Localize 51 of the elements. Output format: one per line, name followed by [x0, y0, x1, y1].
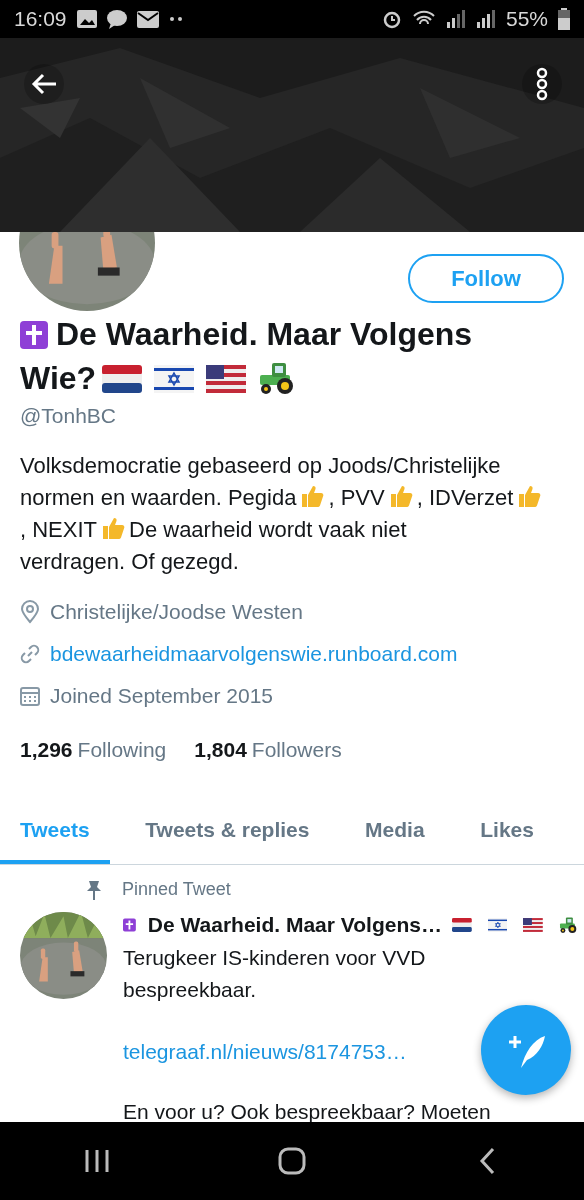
recent-apps-icon: [84, 1149, 111, 1173]
follow-button[interactable]: Follow: [408, 254, 564, 303]
back-chevron-icon: [478, 1147, 495, 1175]
battery-percent: 55%: [505, 7, 548, 31]
pin-icon: [86, 879, 102, 900]
calendar-icon: [20, 686, 40, 706]
bio-text: De waarheid wordt vaak niet: [129, 517, 407, 542]
bio-text: , IDVerzet: [416, 485, 514, 510]
location-text: Christelijke/Joodse Westen: [50, 600, 303, 624]
profile-name: De Waarheid. Maar Volgens: [56, 316, 473, 352]
bio-text: , PVV: [328, 485, 385, 510]
cross-icon: [20, 321, 48, 349]
compose-button[interactable]: [481, 1005, 571, 1095]
signal-icon: [475, 10, 496, 28]
bio-text: , NEXIT: [20, 517, 97, 542]
profile-name: Wie?: [20, 360, 97, 396]
thumbs-up-icon: [299, 483, 326, 509]
chat-icon: [106, 9, 127, 29]
home-icon: [278, 1147, 306, 1175]
website-link[interactable]: bdewaarheidmaarvolgenswie.runboard.com: [50, 642, 458, 666]
profile-tab[interactable]: Media: [345, 800, 445, 864]
link-icon: [20, 644, 40, 664]
joined-date: Joined September 2015: [50, 684, 273, 708]
stat-count[interactable]: 1,804: [194, 738, 247, 762]
mail-icon: [136, 10, 159, 28]
battery-icon: [558, 8, 570, 30]
bio-text: verdragen. Of gezegd.: [20, 549, 239, 574]
thumbs-up-icon: [100, 515, 126, 541]
stat-label[interactable]: Following: [77, 738, 167, 762]
image-icon: [76, 10, 97, 28]
flag-icon: [102, 365, 143, 393]
signal-icon: [445, 10, 466, 28]
tweet-link[interactable]: telegraaf.nl/nieuws/8174753…: [123, 1036, 407, 1068]
bio-text: normen en waarden. Pegida: [20, 485, 297, 510]
alarm-icon: [381, 9, 402, 29]
pinned-label: Pinned Tweet: [122, 879, 231, 900]
flag-icon: [154, 365, 195, 393]
profile-tab[interactable]: Tweets & replies: [125, 800, 330, 864]
status-time: 16:09: [14, 7, 67, 31]
stat-label[interactable]: Followers: [251, 738, 342, 762]
tweet-author: De Waarheid. Maar Volgens…: [147, 912, 442, 938]
stat-count[interactable]: 1,296: [20, 738, 73, 762]
bio-text: Volksdemocratie gebaseerd op Joods/Christelijke: [20, 453, 501, 478]
tweet-text: Terugkeer IS-kinderen voor VVD bespreekbaar.: [123, 945, 427, 1003]
more-icon: [168, 16, 183, 22]
location-pin-icon: [20, 600, 40, 624]
profile-tab[interactable]: Tweets: [0, 800, 110, 864]
flag-icon: [206, 365, 247, 393]
thumbs-up-icon: [516, 483, 543, 509]
profile-tab[interactable]: Likes: [460, 800, 554, 864]
profile-handle: @TonhBC: [19, 404, 118, 428]
